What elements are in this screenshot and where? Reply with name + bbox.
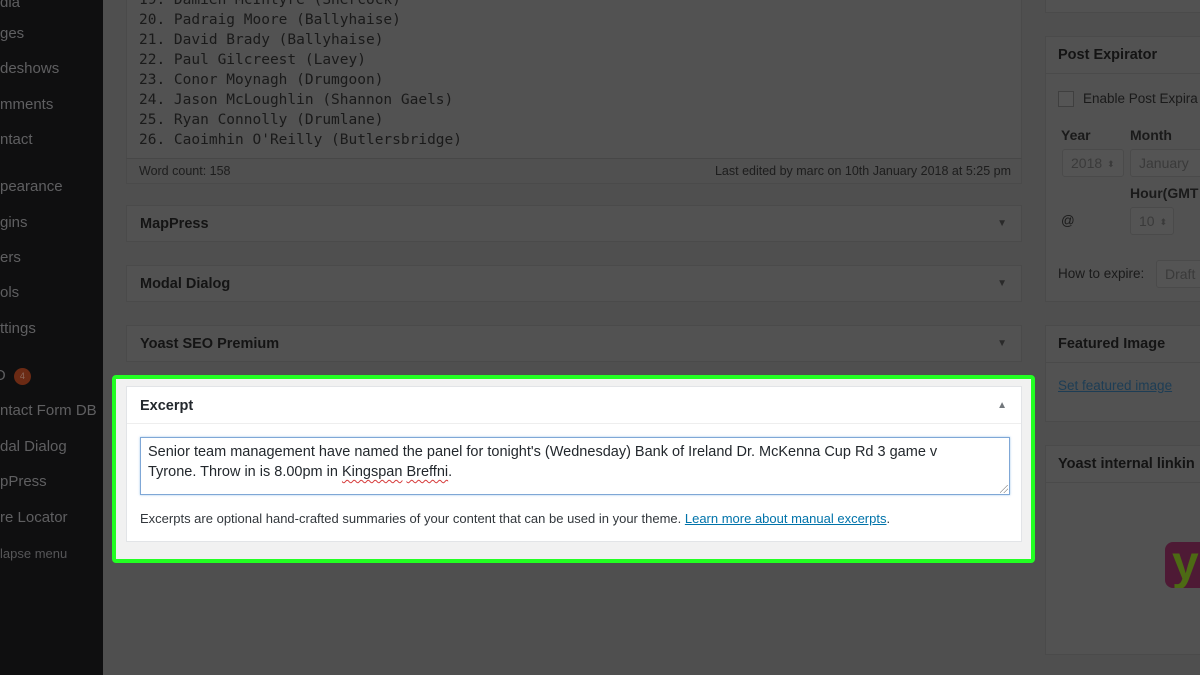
sidebar-item-seo[interactable]: O 4 bbox=[0, 367, 31, 385]
excerpt-help-text: Excerpts are optional hand-crafted summa… bbox=[140, 511, 890, 526]
metabox-mappress[interactable]: MapPress ▼ bbox=[126, 205, 1022, 242]
word-count: Word count: 158 bbox=[139, 164, 231, 178]
spinner-arrows-icon: ⬍ bbox=[1159, 216, 1168, 227]
editor-line: 25. Ryan Connolly (Drumlane) bbox=[139, 112, 384, 128]
post-content-editor[interactable]: 19. Damien McIntyre (Shercock) 20. Padra… bbox=[126, 0, 1022, 158]
how-to-expire-select[interactable]: Draft bbox=[1156, 260, 1200, 288]
expand-arrow-icon[interactable]: ▼ bbox=[997, 218, 1007, 229]
sidebar-item-slideshows[interactable]: deshows bbox=[0, 60, 59, 78]
enable-expiration-checkbox[interactable] bbox=[1058, 91, 1074, 107]
spinner-arrows-icon: ⬍ bbox=[1107, 158, 1115, 169]
editor-line: 20. Padraig Moore (Ballyhaise) bbox=[139, 12, 401, 28]
excerpt-text-line-2: Tyrone. Throw in is 8.00pm in Kingspan B… bbox=[148, 462, 1002, 482]
notification-badge: 4 bbox=[13, 367, 31, 385]
help-text-end: . bbox=[886, 511, 891, 526]
expand-arrow-icon[interactable]: ▼ bbox=[997, 338, 1007, 349]
year-select[interactable]: 2018 ⬍ bbox=[1062, 149, 1124, 177]
editor-line: 21. David Brady (Ballyhaise) bbox=[139, 32, 384, 48]
excerpt-header[interactable]: Excerpt ▲ bbox=[127, 387, 1021, 424]
metabox-excerpt: Excerpt ▲ Senior team management have na… bbox=[126, 386, 1022, 542]
how-to-expire-label: How to expire: bbox=[1058, 266, 1145, 281]
yoast-logo-icon: y bbox=[1165, 542, 1200, 588]
sidebar-item-contact-form-db[interactable]: ntact Form DB bbox=[0, 402, 97, 420]
metabox-title: MapPress bbox=[140, 216, 209, 232]
sidebar-item-plugins[interactable]: gins bbox=[0, 214, 28, 232]
expand-arrow-icon[interactable]: ▼ bbox=[997, 278, 1007, 289]
post-expirator-title: Post Expirator bbox=[1058, 47, 1158, 63]
how-to-expire-value: Draft bbox=[1165, 266, 1196, 282]
learn-more-excerpts-link[interactable]: Learn more about manual excerpts bbox=[685, 511, 887, 526]
metabox-featured-image: Featured Image Set featured image bbox=[1045, 325, 1200, 422]
hour-select[interactable]: 10 ⬍ bbox=[1130, 207, 1174, 235]
editor-line: 19. Damien McIntyre (Shercock) bbox=[139, 0, 401, 8]
sidebar-item-store-locator[interactable]: re Locator bbox=[0, 509, 68, 527]
misspelled-word: Kingspan bbox=[341, 464, 403, 480]
sidebar-item-appearance[interactable]: pearance bbox=[0, 178, 63, 196]
sidebar-item-settings[interactable]: ttings bbox=[0, 320, 36, 338]
featured-image-title: Featured Image bbox=[1058, 336, 1166, 352]
yoast-linking-title: Yoast internal linkin bbox=[1058, 456, 1195, 472]
year-value: 2018 bbox=[1071, 155, 1103, 171]
admin-sidebar: dia ges deshows mments ntact pearance gi… bbox=[0, 0, 103, 675]
help-text: Excerpts are optional hand-crafted summa… bbox=[140, 511, 685, 526]
metabox-title: Modal Dialog bbox=[140, 276, 231, 292]
hour-label: Hour(GMT bbox=[1130, 185, 1199, 201]
editor-line: 24. Jason McLoughlin (Shannon Gaels) bbox=[139, 92, 454, 108]
hour-value: 10 bbox=[1139, 213, 1155, 229]
editor-line: 26. Caoimhin O'Reilly (Butlersbridge) bbox=[139, 132, 463, 148]
at-symbol: @ bbox=[1061, 213, 1075, 228]
month-select[interactable]: January bbox=[1130, 149, 1200, 177]
excerpt-title: Excerpt bbox=[140, 398, 194, 414]
side-box-previous bbox=[1045, 0, 1200, 13]
misspelled-word: Breffni bbox=[406, 464, 449, 480]
text-segment: Tyrone. Throw in is 8.00pm in bbox=[148, 464, 342, 480]
excerpt-textarea[interactable]: Senior team management have named the pa… bbox=[140, 437, 1010, 495]
editor-status-bar: Word count: 158 Last edited by marc on 1… bbox=[126, 158, 1022, 184]
sidebar-item-modal-dialog[interactable]: dal Dialog bbox=[0, 438, 67, 456]
sidebar-item-tools[interactable]: ols bbox=[0, 284, 19, 302]
metabox-yoast-seo-premium[interactable]: Yoast SEO Premium ▼ bbox=[126, 325, 1022, 362]
sidebar-item-pages[interactable]: ges bbox=[0, 25, 24, 43]
enable-expiration-label: Enable Post Expira bbox=[1083, 91, 1198, 106]
collapse-menu-button[interactable]: lapse menu bbox=[0, 545, 67, 563]
yoast-logo-letter: y bbox=[1172, 542, 1199, 588]
year-label: Year bbox=[1061, 127, 1091, 143]
sidebar-item-comments[interactable]: mments bbox=[0, 96, 53, 114]
editor-line: 23. Conor Moynagh (Drumgoon) bbox=[139, 72, 384, 88]
set-featured-image-link[interactable]: Set featured image bbox=[1058, 378, 1172, 393]
text-segment: . bbox=[448, 464, 453, 480]
last-edited-info: Last edited by marc on 10th January 2018… bbox=[714, 164, 1011, 178]
sidebar-item-mappress[interactable]: pPress bbox=[0, 473, 47, 491]
collapse-arrow-icon[interactable]: ▲ bbox=[997, 400, 1007, 411]
divider bbox=[1046, 482, 1200, 483]
excerpt-text-line-1: Senior team management have named the pa… bbox=[148, 444, 938, 460]
sidebar-item-users[interactable]: ers bbox=[0, 249, 21, 267]
month-value: January bbox=[1139, 155, 1189, 171]
month-label: Month bbox=[1130, 127, 1172, 143]
metabox-post-expirator: Post Expirator Enable Post Expira Year M… bbox=[1045, 36, 1200, 302]
editor-line: 22. Paul Gilcreest (Lavey) bbox=[139, 52, 366, 68]
sidebar-item-contact[interactable]: ntact bbox=[0, 131, 33, 149]
divider bbox=[1046, 73, 1200, 74]
sidebar-item-media[interactable]: dia bbox=[0, 0, 20, 12]
metabox-modal-dialog[interactable]: Modal Dialog ▼ bbox=[126, 265, 1022, 302]
resize-handle[interactable] bbox=[1000, 485, 1008, 493]
metabox-title: Yoast SEO Premium bbox=[140, 336, 280, 352]
sidebar-item-seo-label: O bbox=[0, 367, 6, 384]
divider bbox=[1046, 362, 1200, 363]
